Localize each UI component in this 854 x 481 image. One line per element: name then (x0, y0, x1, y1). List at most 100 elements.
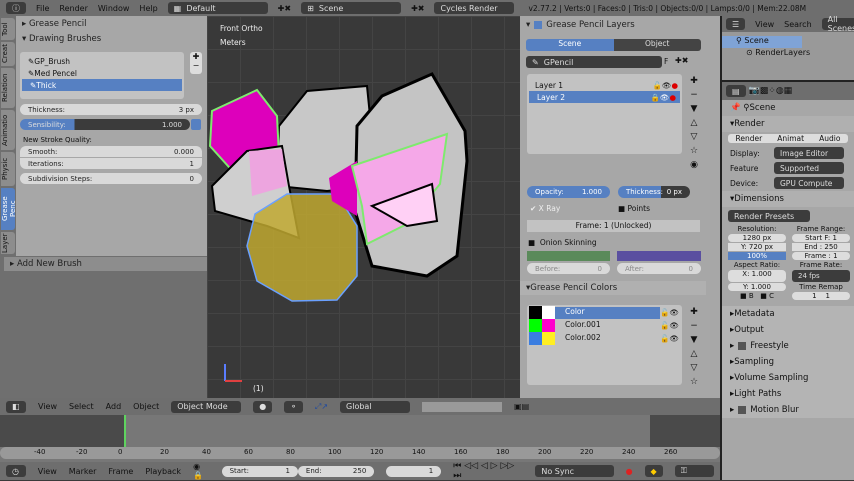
outliner-item-renderlayers[interactable]: ⊙ RenderLayers (722, 48, 854, 60)
add-new-brush-header[interactable]: ▸ Add New Brush (4, 257, 207, 271)
onion-skinning-checkbox[interactable]: ■ Onion Skinning (528, 238, 597, 247)
border-crop-checkboxes[interactable]: ■ B ■ C (728, 292, 786, 300)
record-button[interactable]: ● (626, 467, 633, 476)
menu-help[interactable]: Help (139, 4, 157, 13)
fps-select[interactable]: 24 fps (792, 270, 850, 282)
sensibility-slider[interactable]: Sensibility: 1.000 (20, 119, 190, 130)
gpencil-datablock[interactable]: ✎ GPencil (526, 56, 662, 68)
orientation-select[interactable]: Global (340, 400, 411, 413)
keying-icon[interactable]: ◉🔒 (193, 462, 210, 480)
color-toggle-icons[interactable]: 🔓👁 (660, 334, 682, 343)
panel-header-light-paths[interactable]: ▸ Light Paths (722, 386, 854, 402)
render-icon[interactable]: ▣▤ (514, 402, 529, 411)
brush-item[interactable]: ✎ GP_Brush (20, 55, 184, 67)
time-remap-fields[interactable]: 1 1 (792, 292, 850, 300)
context-tabs[interactable]: 📷▩⁘◍▦ (749, 86, 793, 96)
menu-view[interactable]: View (38, 467, 57, 476)
animation-button[interactable]: Animat (777, 134, 804, 143)
panel-header-freestyle[interactable]: ▸ Freestyle (722, 338, 854, 354)
new-unlink-icons[interactable]: ✚✖ (675, 56, 688, 65)
drawing-brushes-header[interactable]: ▾ Drawing Brushes (16, 32, 101, 46)
editor-type-icon[interactable]: ◷ (6, 465, 26, 477)
gp-enable-checkbox[interactable] (534, 21, 543, 29)
pivot-select[interactable]: ⚬ (284, 400, 303, 413)
display-mode-select[interactable]: All Scenes (821, 15, 854, 33)
grease-pencil-panel-header[interactable]: ▸ Grease Pencil (16, 17, 87, 31)
color-item[interactable]: Color.002 🔓👁 (527, 332, 682, 345)
manipulator-icon[interactable]: ⤢↗ (315, 402, 328, 412)
layer-item-selected[interactable]: Layer 2 🔒👁● (529, 91, 680, 103)
display-select[interactable]: Image Editor (774, 147, 844, 159)
mode-select[interactable]: Object Mode (171, 400, 242, 413)
timeline[interactable]: -40 -20 0 20 40 60 80 100 120 140 160 180 200 220 240 2… (0, 415, 720, 462)
tab-layer[interactable]: Layer (1, 232, 15, 254)
aspect-x-field[interactable]: X: 1.000 (728, 270, 786, 282)
before-field[interactable]: Before: 0 (527, 263, 610, 274)
tab-create[interactable]: Creat (1, 42, 15, 66)
menu-object[interactable]: Object (133, 402, 159, 411)
brush-item-selected[interactable]: ✎ Thick (22, 79, 182, 91)
shading-select[interactable]: ● (253, 400, 273, 413)
add-scene-icon[interactable]: ✚✖ (411, 4, 424, 13)
fill-swatch[interactable] (542, 319, 555, 332)
menu-frame[interactable]: Frame (108, 467, 133, 476)
tab-grease-pencil[interactable]: Grease Penc (1, 188, 17, 230)
menu-view[interactable]: View (38, 402, 57, 411)
tab-physics[interactable]: Physic (1, 152, 15, 186)
playback-controls[interactable]: ⏮ ◁◁ ◁ ▷ ▷▷ ⏭ (453, 461, 523, 481)
frame-lock-button[interactable]: Frame: 1 (Unlocked) (527, 220, 700, 232)
layout-selector[interactable]: ▦ Default (167, 2, 268, 14)
keying-set-select[interactable]: ⚿ (674, 465, 714, 477)
smooth-field[interactable]: Smooth: 0.000 (20, 146, 202, 157)
menu-file[interactable]: File (36, 4, 49, 13)
tab-relations[interactable]: Relation (1, 68, 15, 108)
res-x-field[interactable]: 1280 px (728, 234, 786, 242)
render-button[interactable]: Render (736, 134, 763, 143)
keyframe-type-select[interactable]: ◆ (644, 465, 663, 477)
color-toggle-icons[interactable]: 🔓👁 (660, 321, 682, 330)
opacity-slider[interactable]: Opacity: 1.000 (527, 186, 610, 198)
brush-item[interactable]: ✎ Med Pencel (20, 67, 184, 79)
aspect-y-field[interactable]: Y: 1.000 (728, 283, 786, 291)
stroke-swatch[interactable] (529, 332, 542, 345)
gp-layers-header[interactable]: ▾ Grease Pencil Layers (520, 18, 720, 32)
after-field[interactable]: After: 0 (617, 263, 701, 274)
color-item[interactable]: Color.001 🔓👁 (527, 319, 682, 332)
tab-tool[interactable]: Tool (1, 18, 15, 40)
dimensions-panel-header[interactable]: ▾ Dimensions (722, 191, 854, 207)
menu-add[interactable]: Add (106, 402, 122, 411)
menu-select[interactable]: Select (69, 402, 94, 411)
render-presets-select[interactable]: Render Presets (728, 210, 810, 222)
thickness-field[interactable]: Thickness: 3 px (20, 104, 202, 115)
pressure-toggle-icon[interactable] (191, 119, 201, 130)
fill-swatch[interactable] (542, 332, 555, 345)
info-editor-icon[interactable]: ⓘ (6, 2, 26, 14)
layer-item[interactable]: Layer 1 🔓👁● (527, 79, 682, 91)
end-frame-field[interactable]: End: 250 (297, 465, 375, 477)
tab-scene[interactable]: Scene (526, 39, 614, 51)
outliner-item-scene[interactable]: ⚲ Scene (722, 36, 802, 48)
device-select[interactable]: GPU Compute (774, 177, 844, 189)
scene-selector[interactable]: ⊞ Scene (301, 2, 402, 14)
menu-window[interactable]: Window (98, 4, 130, 13)
menu-search[interactable]: Search (784, 20, 811, 29)
audio-button[interactable]: Audio (819, 134, 840, 143)
sync-select[interactable]: No Sync (535, 465, 614, 477)
current-frame-line[interactable] (124, 415, 126, 447)
render-engine-select[interactable]: Cycles Render (434, 2, 515, 14)
color-toggle-icons[interactable]: 🔓👁 (660, 308, 682, 317)
fake-user-button[interactable]: F (664, 57, 668, 66)
enable-checkbox[interactable] (738, 342, 747, 350)
menu-marker[interactable]: Marker (69, 467, 97, 476)
layers-grid[interactable] (422, 401, 503, 412)
res-y-field[interactable]: Y: 720 px (728, 243, 786, 251)
iterations-field[interactable]: Iterations: 1 (20, 158, 202, 169)
layer-thickness-slider[interactable]: Thickness: 0 px (618, 186, 690, 198)
stroke-swatch[interactable] (529, 306, 542, 319)
xray-checkbox[interactable]: ✔ X Ray (530, 204, 560, 213)
menu-playback[interactable]: Playback (145, 467, 181, 476)
current-frame-field[interactable]: 1 (386, 465, 442, 477)
editor-type-icon[interactable]: ▤ (726, 85, 746, 97)
layer-list-buttons[interactable]: ✚ − ▼ △ ▽ ☆ ◉ (688, 74, 700, 172)
stroke-swatch[interactable] (529, 319, 542, 332)
